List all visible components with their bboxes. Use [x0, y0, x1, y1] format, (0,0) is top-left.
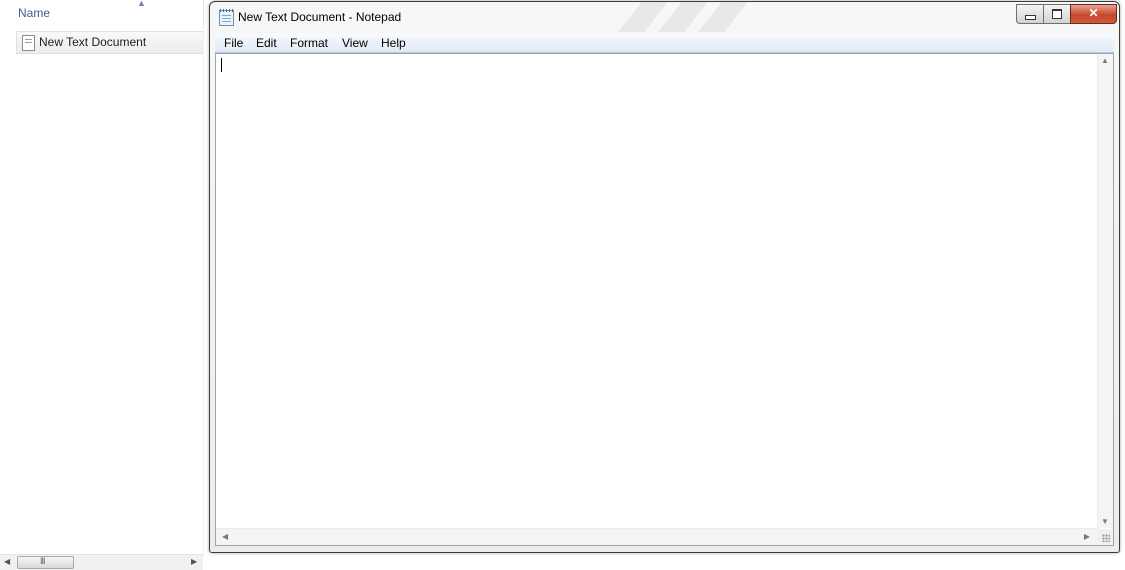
menu-file[interactable]: File [224, 36, 243, 50]
scrollbar-grip: III [40, 556, 45, 566]
scrollbar-thumb[interactable]: III [17, 556, 74, 569]
name-column-label: Name [18, 6, 51, 20]
scroll-left-arrow-icon[interactable]: ◀ [222, 532, 228, 541]
sort-ascending-icon: ▲ [137, 0, 146, 8]
close-button[interactable]: ✕ [1070, 4, 1117, 24]
minimize-icon [1025, 15, 1036, 20]
maximize-button[interactable] [1043, 4, 1071, 24]
file-name: New Text Document [39, 35, 147, 49]
title-bar[interactable]: New Text Document - Notepad ✕ [210, 2, 1119, 33]
name-column-header[interactable]: Name ▲ [0, 0, 204, 26]
resize-grip[interactable] [1098, 529, 1113, 545]
title-bar-gloss [698, 2, 748, 32]
menu-help[interactable]: Help [381, 36, 406, 50]
menu-edit[interactable]: Edit [256, 36, 277, 50]
text-editor[interactable]: ▲ ▼ ◀ ▶ [215, 53, 1114, 546]
menu-format[interactable]: Format [290, 36, 328, 50]
minimize-button[interactable] [1016, 4, 1044, 24]
scroll-up-arrow-icon[interactable]: ▲ [1101, 56, 1109, 65]
text-caret [221, 58, 222, 72]
scroll-down-arrow-icon[interactable]: ▼ [1101, 517, 1109, 526]
notepad-icon[interactable] [219, 9, 234, 26]
vertical-scrollbar[interactable]: ▲ ▼ [1097, 54, 1113, 528]
close-icon: ✕ [1088, 6, 1099, 20]
window-title: New Text Document - Notepad [238, 10, 402, 24]
maximize-icon [1052, 9, 1062, 19]
column-divider [203, 26, 204, 556]
explorer-pane: Name ▲ New Text Document ◀ III ▶ [0, 0, 205, 570]
scroll-right-arrow-icon[interactable]: ▶ [1084, 532, 1090, 541]
scroll-left-arrow-icon[interactable]: ◀ [4, 557, 10, 566]
notepad-window: New Text Document - Notepad ✕ File Edit … [209, 1, 1120, 553]
horizontal-scrollbar[interactable]: ◀ III ▶ [0, 554, 203, 570]
editor-horizontal-scrollbar[interactable]: ◀ ▶ [216, 528, 1098, 545]
scroll-right-arrow-icon[interactable]: ▶ [191, 557, 197, 566]
menu-view[interactable]: View [342, 36, 368, 50]
menu-bar: File Edit Format View Help [215, 33, 1114, 53]
text-document-icon [22, 35, 35, 51]
file-list-item[interactable]: New Text Document [16, 31, 203, 54]
